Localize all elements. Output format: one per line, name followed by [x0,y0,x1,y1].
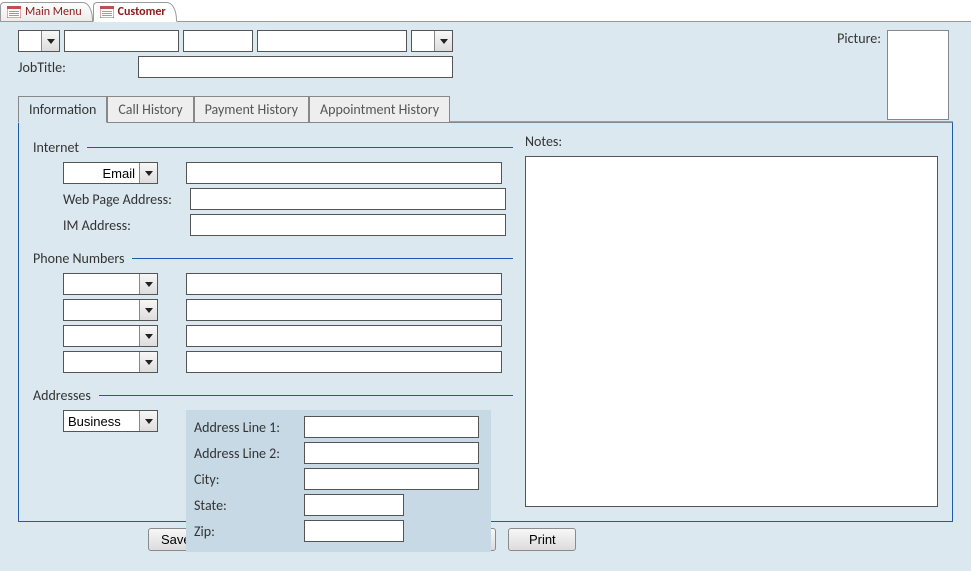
print-button[interactable]: Print [508,528,576,551]
tab-appointment-history[interactable]: Appointment History [309,96,450,122]
tab-payment-history[interactable]: Payment History [194,96,309,122]
inner-tabs: Information Call History Payment History… [18,96,953,122]
addr-line2-input[interactable] [304,442,479,464]
internet-header: Internet [33,139,513,156]
picture-block: Picture: [837,30,949,120]
email-input[interactable] [186,162,502,184]
tab-customer[interactable]: Customer [93,2,177,22]
left-column: Internet Web Page Address: IM Address: P… [33,133,513,507]
email-type-combo[interactable] [63,162,158,184]
suffix-combo[interactable] [411,30,453,52]
addr-city-input[interactable] [304,468,479,490]
im-input[interactable] [190,214,506,236]
phone-type-input[interactable] [64,274,139,294]
chevron-down-icon[interactable] [139,163,157,183]
phone-row-2 [33,299,513,321]
chevron-down-icon[interactable] [139,326,157,346]
suffix-input[interactable] [412,31,434,51]
addr-line2-label: Address Line 2: [194,445,304,462]
chevron-down-icon[interactable] [139,274,157,294]
phone-type-combo[interactable] [63,299,158,321]
form-icon [7,6,21,18]
document-tabs: Main Menu Customer [0,0,971,22]
form-icon [100,6,114,18]
address-row: Address Line 1: Address Line 2: City: St… [33,410,513,552]
im-row: IM Address: [33,214,513,236]
phone-number-input[interactable] [186,273,502,295]
phone-row-3 [33,325,513,347]
phone-row-4 [33,351,513,373]
picture-box[interactable] [887,30,949,120]
middle-name-input[interactable] [183,30,253,52]
address-zip-row: Zip: [194,520,483,542]
name-row [18,30,953,52]
address-panel: Address Line 1: Address Line 2: City: St… [186,410,491,552]
tab-call-history[interactable]: Call History [107,96,193,122]
phone-type-input[interactable] [64,300,139,320]
picture-label: Picture: [837,30,881,47]
job-title-label: JobTitle: [18,59,66,76]
first-name-input[interactable] [64,30,179,52]
tab-main-menu[interactable]: Main Menu [0,2,93,21]
phone-row-1 [33,273,513,295]
customer-form: JobTitle: Picture: Information Call Hist… [0,22,971,571]
addr-city-label: City: [194,471,304,488]
web-label: Web Page Address: [63,191,211,208]
phone-type-combo[interactable] [63,351,158,373]
phone-number-input[interactable] [186,299,502,321]
divider [99,395,513,396]
phone-type-input[interactable] [64,352,139,372]
tab-information[interactable]: Information [18,96,107,123]
address-line2-row: Address Line 2: [194,442,483,464]
web-row: Web Page Address: [33,188,513,210]
tab-main-menu-label: Main Menu [25,5,82,19]
chevron-down-icon[interactable] [139,352,157,372]
phone-type-input[interactable] [64,326,139,346]
phone-number-input[interactable] [186,351,502,373]
address-type-value[interactable] [64,411,139,431]
address-type-combo[interactable] [63,410,158,432]
addr-state-label: State: [194,497,304,514]
im-label: IM Address: [63,217,211,234]
addresses-label: Addresses [33,387,91,404]
last-name-input[interactable] [257,30,407,52]
email-row [33,162,513,184]
tab-customer-label: Customer [118,5,166,19]
notes-label: Notes: [525,133,938,150]
notes-textarea[interactable] [525,156,938,507]
address-city-row: City: [194,468,483,490]
divider [132,258,513,259]
chevron-down-icon[interactable] [41,31,59,51]
addresses-header: Addresses [33,387,513,404]
addr-zip-input[interactable] [304,520,404,542]
phone-number-input[interactable] [186,325,502,347]
phones-header: Phone Numbers [33,250,513,267]
chevron-down-icon[interactable] [139,411,157,431]
internet-label: Internet [33,139,79,156]
addr-line1-input[interactable] [304,416,479,438]
addr-state-input[interactable] [304,494,404,516]
addr-line1-label: Address Line 1: [194,419,304,436]
email-type-value[interactable] [64,163,139,183]
phone-type-combo[interactable] [63,325,158,347]
chevron-down-icon[interactable] [434,31,452,51]
job-title-row: JobTitle: [18,56,953,78]
address-line1-row: Address Line 1: [194,416,483,438]
phones-label: Phone Numbers [33,250,124,267]
right-column: Notes: [525,133,938,507]
divider [87,147,513,148]
information-panel: Internet Web Page Address: IM Address: P… [18,122,953,522]
addr-zip-label: Zip: [194,523,304,540]
prefix-combo[interactable] [18,30,60,52]
job-title-input[interactable] [138,56,453,78]
web-input[interactable] [190,188,506,210]
prefix-input[interactable] [19,31,41,51]
chevron-down-icon[interactable] [139,300,157,320]
phone-type-combo[interactable] [63,273,158,295]
address-state-row: State: [194,494,483,516]
